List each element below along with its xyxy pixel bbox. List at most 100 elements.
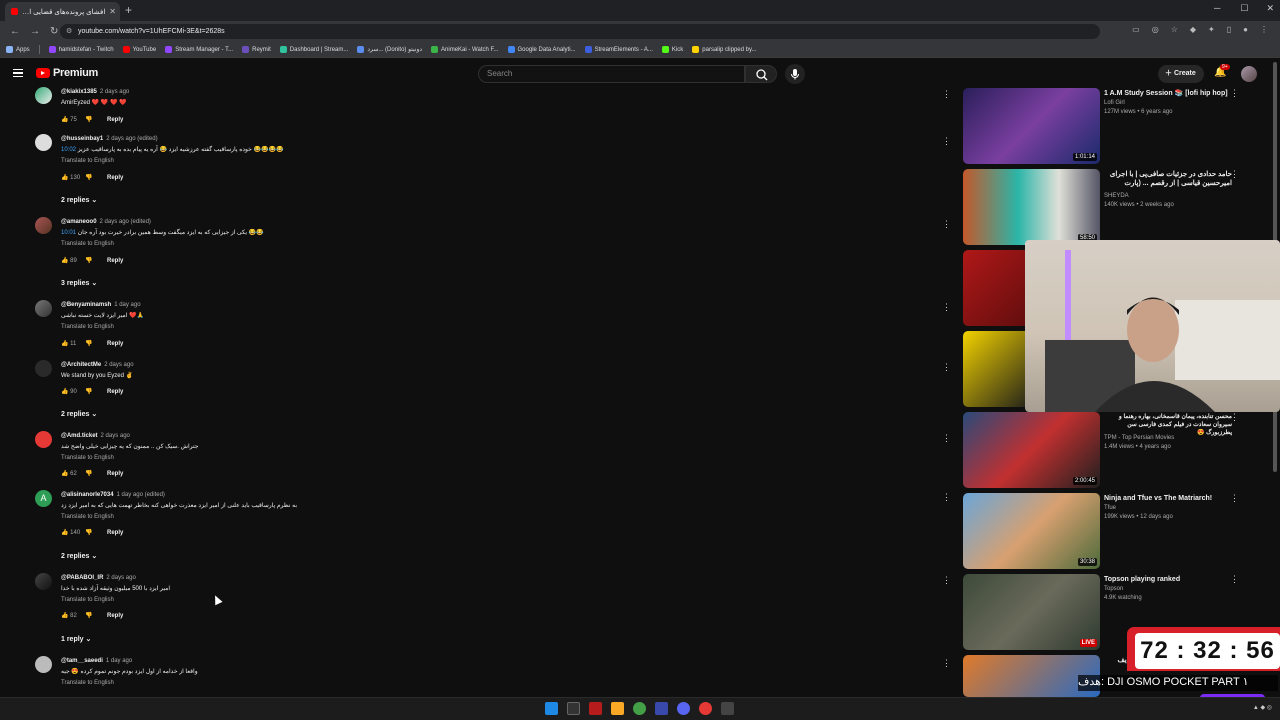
- video-title[interactable]: حامد حدادی در جزئیات صافی‌پی | با اجرای …: [1104, 170, 1232, 188]
- more-actions-icon[interactable]: ⋮: [942, 658, 951, 669]
- bookmark-item[interactable]: Dashboard | Stream...: [279, 46, 348, 53]
- close-tab-icon[interactable]: ✕: [109, 7, 116, 16]
- dislike-icon[interactable]: 👎: [85, 116, 99, 123]
- extension-icon[interactable]: ◆: [1190, 25, 1196, 34]
- bookmark-apps[interactable]: Apps: [6, 46, 30, 53]
- eye-off-icon[interactable]: ◎: [1152, 25, 1159, 34]
- translate-link[interactable]: Translate to English: [61, 680, 114, 686]
- dislike-icon[interactable]: 👎: [85, 340, 99, 347]
- dislike-icon[interactable]: 👎: [85, 612, 99, 619]
- comment-author[interactable]: @alisinanorle7034 1 day ago (edited): [61, 492, 165, 498]
- avatar[interactable]: [35, 360, 52, 377]
- channel-name[interactable]: Lofi Girl: [1104, 100, 1125, 106]
- reply-button[interactable]: Reply: [107, 530, 123, 536]
- like-button[interactable]: 👍 89: [61, 257, 79, 264]
- star-icon[interactable]: ☆: [1171, 25, 1178, 34]
- comment-author[interactable]: @PABABOI_IR 2 days ago: [61, 575, 136, 581]
- comment-author[interactable]: @kiakix1385 2 days ago: [61, 89, 129, 95]
- bookmark-item[interactable]: Google Data Analyti...: [507, 46, 576, 53]
- more-actions-icon[interactable]: ⋮: [942, 302, 951, 313]
- avatar[interactable]: [35, 134, 52, 151]
- bookmark-item[interactable]: StreamElements - A...: [584, 46, 653, 53]
- forward-icon[interactable]: →: [30, 26, 40, 37]
- more-actions-icon[interactable]: ⋮: [1230, 88, 1239, 99]
- system-tray[interactable]: ▲ ◆ ◎: [1253, 704, 1272, 711]
- chrome-icon[interactable]: [633, 702, 646, 715]
- translate-link[interactable]: Translate to English: [61, 455, 114, 461]
- maximize-icon[interactable]: ☐: [1240, 3, 1248, 14]
- more-actions-icon[interactable]: ⋮: [1230, 412, 1239, 423]
- sidebar-icon[interactable]: ▯: [1227, 25, 1231, 34]
- comment-author[interactable]: @Benyaminamsh 1 day ago: [61, 302, 141, 308]
- app-icon[interactable]: [589, 702, 602, 715]
- reply-button[interactable]: Reply: [107, 389, 123, 395]
- comment-author[interactable]: @Amd.ticket 2 days ago: [61, 433, 130, 439]
- search-input[interactable]: Search: [478, 65, 745, 83]
- more-actions-icon[interactable]: ⋮: [1230, 493, 1239, 504]
- bookmark-item[interactable]: parsalip clipped by...: [692, 46, 757, 53]
- url-field[interactable]: ⚙ youtube.com/watch?v=1UhEFCMi-3E&t=2628…: [60, 24, 1100, 39]
- more-actions-icon[interactable]: ⋮: [942, 575, 951, 586]
- reply-button[interactable]: Reply: [107, 258, 123, 264]
- new-tab-icon[interactable]: +: [125, 3, 132, 17]
- comment-author[interactable]: @tam__saeedi 1 day ago: [61, 658, 132, 664]
- back-icon[interactable]: ←: [10, 26, 20, 37]
- avatar[interactable]: A: [35, 490, 52, 507]
- comment-author[interactable]: @husseinbay1 2 days ago (edited): [61, 136, 158, 142]
- reply-button[interactable]: Reply: [107, 341, 123, 347]
- reload-icon[interactable]: ↻: [50, 26, 58, 37]
- more-actions-icon[interactable]: ⋮: [942, 433, 951, 444]
- reply-button[interactable]: Reply: [107, 613, 123, 619]
- more-actions-icon[interactable]: ⋮: [942, 492, 951, 503]
- bookmark-item[interactable]: Reymit: [242, 46, 271, 53]
- bookmark-item[interactable]: YouTube: [122, 46, 156, 53]
- video-thumbnail[interactable]: 2:00:45: [963, 412, 1100, 488]
- translate-link[interactable]: Translate to English: [61, 158, 114, 164]
- search-button[interactable]: [745, 65, 777, 83]
- timestamp-link[interactable]: 10:01: [61, 230, 76, 236]
- translate-link[interactable]: Translate to English: [61, 324, 114, 330]
- view-replies-button[interactable]: 2 replies ⌄: [61, 410, 97, 418]
- like-button[interactable]: 👍 90: [61, 388, 79, 395]
- like-button[interactable]: 👍 82: [61, 612, 79, 619]
- translate-link[interactable]: Translate to English: [61, 597, 114, 603]
- avatar[interactable]: [35, 431, 52, 448]
- menu-icon[interactable]: ⋮: [1260, 25, 1268, 34]
- view-replies-button[interactable]: 1 reply ⌄: [61, 635, 91, 643]
- view-replies-button[interactable]: 2 replies ⌄: [61, 552, 97, 560]
- video-thumbnail[interactable]: 30:38: [963, 493, 1100, 569]
- more-actions-icon[interactable]: ⋮: [1230, 169, 1239, 180]
- reply-button[interactable]: Reply: [107, 471, 123, 477]
- search-icon[interactable]: [567, 702, 580, 715]
- reply-button[interactable]: Reply: [107, 117, 123, 123]
- windows-start-icon[interactable]: [545, 702, 558, 715]
- like-button[interactable]: 👍 62: [61, 470, 79, 477]
- discord-icon[interactable]: [677, 702, 690, 715]
- voice-search-button[interactable]: [785, 64, 805, 84]
- video-title[interactable]: محسن تنابنده، پیمان قاسمخانی، بهاره رهنم…: [1104, 413, 1232, 437]
- app-icon[interactable]: [655, 702, 668, 715]
- like-button[interactable]: 👍 11: [61, 340, 79, 347]
- like-button[interactable]: 👍 130: [61, 174, 80, 181]
- comment-author[interactable]: @ArchitectMe 2 days ago: [61, 362, 134, 368]
- bookmark-item[interactable]: Kick: [661, 46, 683, 53]
- bookmark-item[interactable]: AnimeKai - Watch F...: [431, 46, 499, 53]
- reply-button[interactable]: Reply: [107, 175, 123, 181]
- like-button[interactable]: 👍 140: [61, 529, 80, 536]
- channel-name[interactable]: Tfue: [1104, 505, 1116, 511]
- channel-name[interactable]: Topson: [1104, 586, 1123, 592]
- timestamp-link[interactable]: 10:02: [61, 147, 76, 153]
- dislike-icon[interactable]: 👎: [85, 529, 99, 536]
- bookmark-item[interactable]: سرد... (Donito) دونیتو: [357, 46, 422, 53]
- more-actions-icon[interactable]: ⋮: [942, 219, 951, 230]
- more-actions-icon[interactable]: ⋮: [942, 136, 951, 147]
- avatar[interactable]: [35, 573, 52, 590]
- like-button[interactable]: 👍 75: [61, 116, 79, 123]
- bookmark-item[interactable]: Stream Manager - T...: [165, 46, 233, 53]
- channel-name[interactable]: SHEYDA: [1104, 193, 1129, 199]
- cast-icon[interactable]: ▭: [1132, 25, 1140, 34]
- app-icon[interactable]: [699, 702, 712, 715]
- obs-icon[interactable]: [721, 702, 734, 715]
- view-replies-button[interactable]: 3 replies ⌄: [61, 279, 97, 287]
- avatar[interactable]: [35, 300, 52, 317]
